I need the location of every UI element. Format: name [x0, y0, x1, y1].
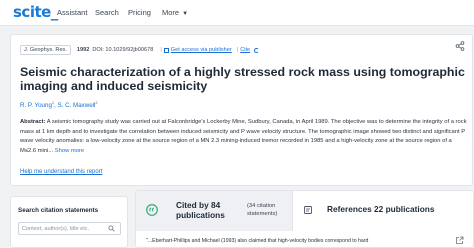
loading-spinner-icon [254, 47, 260, 53]
paper-title: Seismic characterization of a highly str… [20, 65, 465, 93]
nav-more-label: More [162, 8, 180, 17]
author-link[interactable]: R. P. Young1 [20, 100, 54, 109]
quote-icon [146, 204, 158, 216]
show-more-link[interactable]: Show more [55, 148, 84, 154]
access-link-label: Get access via publisher [170, 47, 232, 53]
cited-by-label: Cited by 84 publications [176, 200, 225, 220]
nav-search[interactable]: Search [95, 8, 119, 17]
abstract: Abstract: A seismic tomography study was… [20, 118, 467, 156]
share-icon[interactable] [455, 41, 465, 51]
publication-card: J. Geophys. Res. 1992 DOI: 10.1029/92jb0… [10, 34, 473, 186]
journal-chip[interactable]: J. Geophys. Res. [20, 45, 71, 55]
doi-text: DOI: 10.1029/92jb00678 [92, 47, 154, 53]
abstract-label: Abstract: [20, 119, 46, 125]
external-link-icon[interactable] [455, 236, 464, 245]
search-citation-panel: Search citation statements [10, 196, 128, 248]
top-navigation: scite_ Assistant Search Pricing More ▼ [0, 0, 474, 26]
references-icon [304, 206, 312, 214]
citation-snippet: "...Eberhart-Phillips and Michael (1993)… [146, 238, 369, 244]
chevron-down-icon: ▼ [182, 11, 189, 17]
citation-search-input[interactable] [18, 222, 121, 235]
publication-meta: J. Geophys. Res. 1992 DOI: 10.1029/92jb0… [20, 45, 260, 55]
tab-cited-by[interactable]: Cited by 84 publications (34 citation st… [136, 191, 293, 231]
publication-year: 1992 [76, 47, 90, 53]
author-list: R. P. Young1, S. C. Maxwell2 [20, 100, 98, 109]
citation-statements-count: (34 citation statements) [247, 203, 278, 217]
lock-icon [163, 47, 169, 53]
author-link[interactable]: S. C. Maxwell2 [58, 100, 98, 109]
nav-assistant[interactable]: Assistant [57, 8, 87, 17]
divider: | [236, 47, 239, 53]
nav-pricing[interactable]: Pricing [128, 8, 151, 17]
citation-tabs: Cited by 84 publications (34 citation st… [135, 190, 474, 248]
access-link[interactable]: Get access via publisher [163, 47, 232, 53]
references-label: References 22 publications [327, 204, 435, 214]
abstract-text: A seismic tomography study was carried o… [20, 119, 467, 154]
scite-logo[interactable]: scite_ [13, 3, 58, 21]
tab-references[interactable]: References 22 publications [293, 191, 474, 231]
search-icon[interactable] [108, 225, 115, 232]
cite-button[interactable]: Cite [240, 47, 250, 53]
divider: | [160, 47, 162, 53]
nav-more[interactable]: More ▼ [162, 8, 188, 17]
search-panel-title: Search citation statements [18, 207, 99, 214]
abstract-tail: ≤2.6 mini... [24, 147, 54, 154]
help-understand-link[interactable]: Help me understand this report [20, 169, 102, 175]
